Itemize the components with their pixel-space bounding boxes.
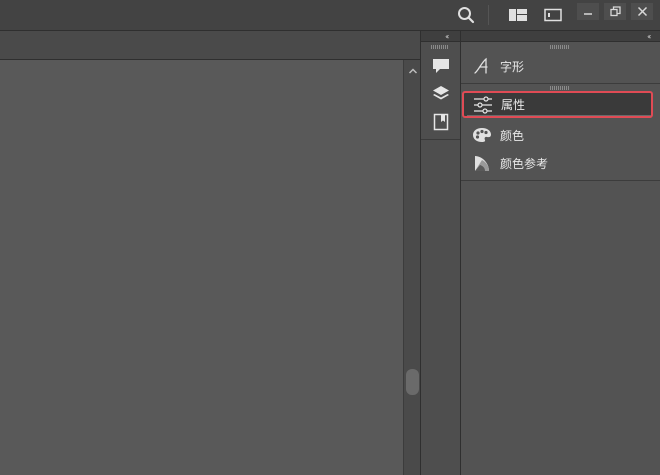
- comment-icon[interactable]: [429, 55, 453, 77]
- layers-icon[interactable]: [429, 83, 453, 105]
- title-bar: [0, 0, 660, 31]
- color-guide-icon: [471, 153, 493, 173]
- minimize-button[interactable]: [577, 3, 599, 20]
- color-icon: [471, 125, 493, 145]
- panel-item-label: 颜色参考: [500, 156, 549, 171]
- panel-item-label: 颜色: [500, 128, 525, 143]
- toolbar-separator: [488, 5, 489, 25]
- group-divider: [461, 180, 660, 181]
- workspace-layout-icon[interactable]: [507, 6, 529, 24]
- document-tab-bar: [0, 31, 420, 60]
- search-icon[interactable]: [455, 5, 477, 25]
- minimize-icon: [583, 2, 593, 21]
- panel-item-properties[interactable]: 属性: [462, 91, 653, 118]
- panel-group-grip[interactable]: [550, 45, 570, 49]
- pages-icon[interactable]: [429, 111, 453, 133]
- screen-mode-icon[interactable]: [542, 6, 564, 24]
- collapse-arrows-icon[interactable]: ‹‹: [647, 33, 652, 41]
- document-canvas[interactable]: [0, 60, 403, 475]
- close-icon: [637, 2, 648, 21]
- panel-header[interactable]: ‹‹: [461, 31, 660, 42]
- scroll-up-arrow-icon[interactable]: [407, 62, 419, 74]
- glyph-icon: [471, 56, 493, 76]
- close-button[interactable]: [631, 3, 653, 20]
- vertical-scrollbar[interactable]: [403, 60, 421, 475]
- collapse-arrows-icon[interactable]: ‹‹: [445, 33, 450, 41]
- strip-header[interactable]: ‹‹: [421, 31, 460, 42]
- panel-group-grip[interactable]: [550, 86, 570, 90]
- properties-icon: [472, 95, 494, 115]
- panel-item-label: 属性: [501, 98, 526, 112]
- panel-item-glyphs[interactable]: 字形: [461, 53, 660, 79]
- scrollbar-thumb[interactable]: [406, 369, 419, 395]
- selection-underline: [467, 115, 651, 116]
- panel-item-color[interactable]: 颜色: [461, 122, 660, 148]
- panel-item-label: 字形: [500, 59, 525, 74]
- group-divider: [461, 83, 660, 84]
- restore-button[interactable]: [604, 3, 626, 20]
- strip-icon-group: [421, 43, 460, 140]
- panel-list: ‹‹ 字形 属性 颜色 颜色参考: [461, 31, 660, 475]
- collapsed-panel-strip: ‹‹: [421, 31, 461, 475]
- panel-item-color-guide[interactable]: 颜色参考: [461, 150, 660, 176]
- restore-icon: [609, 2, 621, 21]
